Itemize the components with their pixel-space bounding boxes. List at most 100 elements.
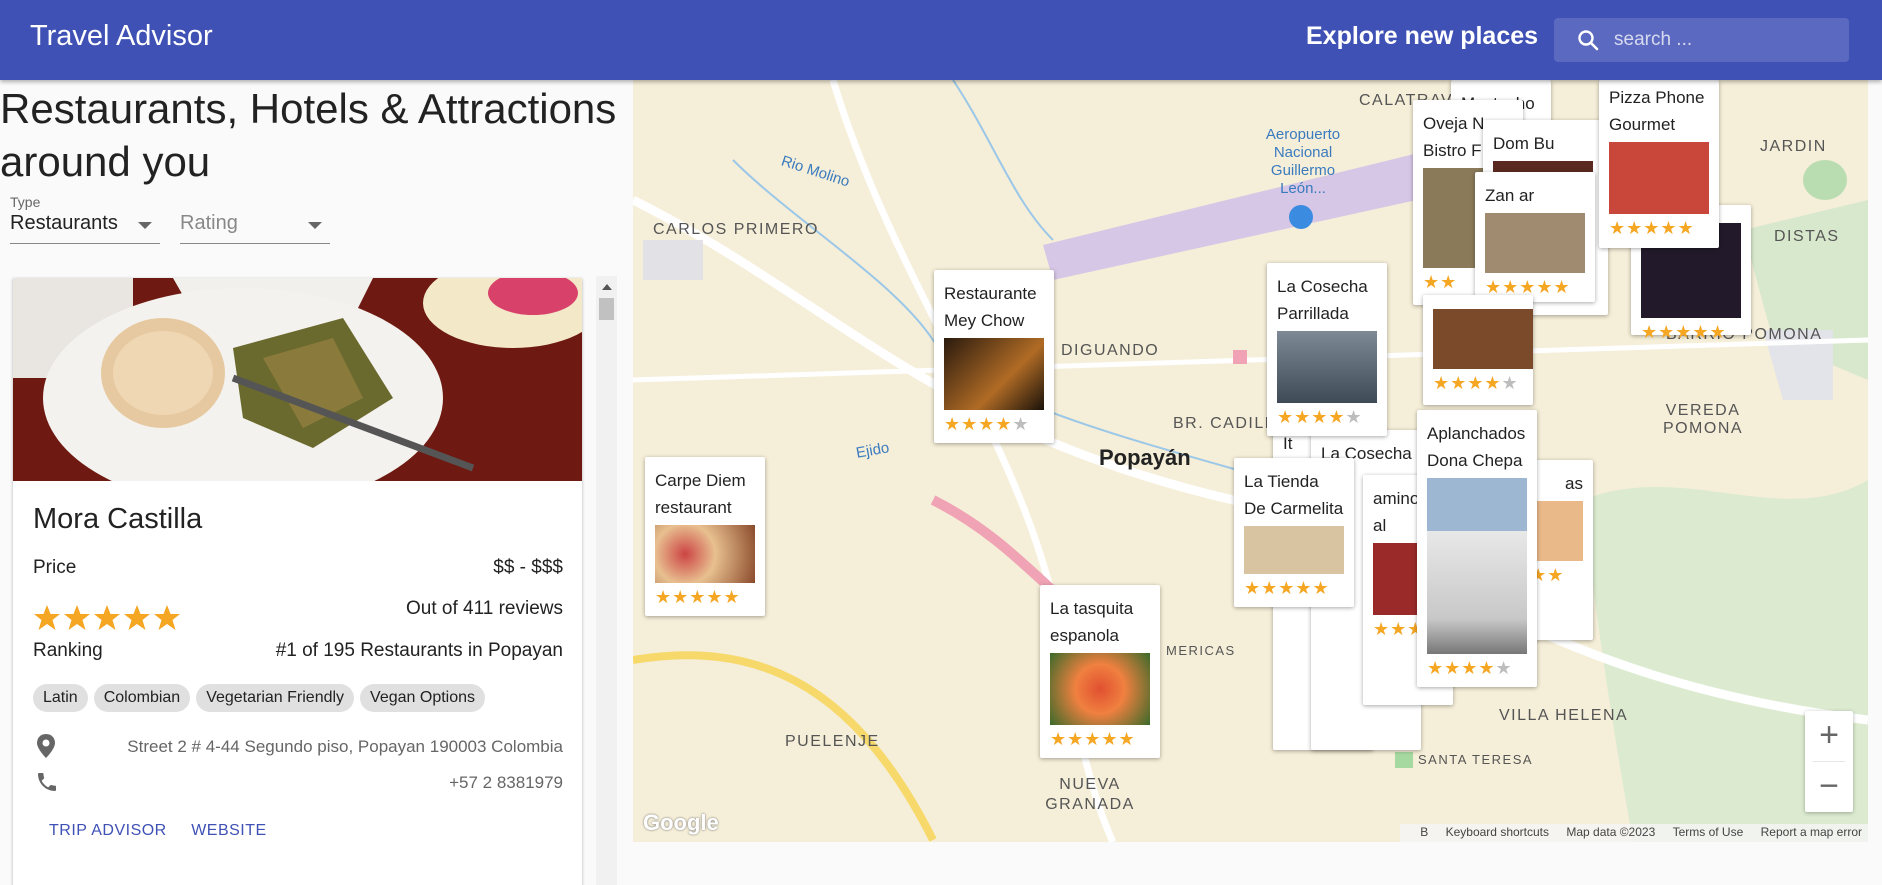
map-label-popayan: Popayán [1099, 445, 1191, 470]
type-filter[interactable]: Type Restaurants [10, 194, 160, 244]
map-footer: B Keyboard shortcuts Map data ©2023 Term… [1400, 824, 1868, 842]
type-select[interactable]: Restaurants [10, 212, 160, 244]
marker-title: Dom Bu [1493, 134, 1555, 153]
chip: Vegan Options [360, 684, 486, 712]
marker-photo [944, 338, 1044, 410]
marker-stars: ★★★★★ [1050, 729, 1136, 749]
marker-photo [1244, 526, 1344, 574]
marker-title: Restaurante Mey Chow [944, 284, 1037, 330]
marker-photo [1609, 142, 1709, 214]
phone-icon [38, 773, 56, 791]
marker-title: La Tienda De Carmelita [1244, 472, 1344, 518]
chip: Vegetarian Friendly [196, 684, 355, 712]
website-button[interactable]: WEBSITE [191, 822, 267, 840]
star-icon [94, 605, 120, 630]
list-panel: Restaurants, Hotels & Attractions around… [0, 80, 633, 885]
search-icon [1578, 30, 1599, 51]
trip-advisor-button[interactable]: TRIP ADVISOR [49, 822, 167, 840]
map-marker[interactable]: ★★★★★ [1423, 295, 1533, 405]
marker-stars: ★★★★★ [1244, 578, 1330, 598]
map[interactable]: CALATRAVA Aeropuerto Nacional Guillermo … [633, 80, 1868, 842]
marker-photo [1427, 478, 1527, 654]
search-box[interactable] [1554, 18, 1849, 62]
place-list[interactable]: Mora Castilla Price $$ - $$$ Out of 411 … [0, 276, 620, 885]
marker-title: Pizza Phone Gourmet [1609, 88, 1705, 134]
phone-text[interactable]: +57 2 8381979 [449, 773, 563, 793]
marker-title: Aplanchados Dona Chepa [1427, 424, 1526, 470]
marker-stars: ★★★★★ [1427, 658, 1513, 678]
map-marker[interactable]: La tasquita espanola ★★★★★ [1040, 585, 1160, 758]
address-text: Street 2 # 4-44 Segundo piso, Popayan 19… [127, 737, 563, 756]
marker-photo [1485, 213, 1585, 273]
rating-stars [33, 604, 185, 637]
marker-photo [1433, 309, 1533, 369]
search-input[interactable] [1614, 26, 1839, 54]
google-logo: Google [643, 810, 719, 835]
rating-select[interactable]: Rating [180, 212, 330, 244]
star-icon [64, 605, 90, 630]
price-row: Price $$ - $$$ [33, 557, 563, 579]
ranking-row: Ranking #1 of 195 Restaurants in Popayan [33, 640, 563, 662]
map-label-santa-teresa: SANTA TERESA [1418, 752, 1534, 767]
scroll-up-arrow-icon[interactable] [602, 284, 612, 290]
map-label-puelenje: PUELENJE [785, 733, 880, 750]
map-label-nueva-granada: NUEVA GRANADA [1045, 776, 1135, 813]
price-value: $$ - $$$ [493, 557, 563, 578]
map-marker[interactable]: Pizza Phone Gourmet ★★★★★ [1599, 80, 1719, 248]
type-select-value: Restaurants [10, 212, 118, 234]
star-icon [34, 605, 60, 630]
marker-title: Zan ar [1485, 186, 1535, 205]
map-marker[interactable]: Restaurante Mey Chow ★★★★★ [934, 270, 1054, 443]
zoom-out-button[interactable]: − [1805, 762, 1853, 812]
report-error-link[interactable]: Report a map error [1761, 825, 1862, 839]
cuisine-chips: Latin Colombian Vegetarian Friendly Vegan O… [33, 684, 491, 712]
ranking-value: #1 of 195 Restaurants in Popayan [275, 640, 563, 661]
marker-stars: ★★★★★ [1641, 322, 1727, 342]
rating-select-value: Rating [180, 212, 238, 234]
scroll-thumb[interactable] [599, 298, 614, 320]
star-icon [154, 605, 180, 630]
map-marker[interactable]: La Tienda De Carmelita ★★★★★ [1234, 458, 1354, 607]
list-scrollbar[interactable] [596, 276, 617, 885]
keyboard-shortcuts-link[interactable]: Keyboard shortcuts [1446, 825, 1549, 839]
app-bar: Travel Advisor Explore new places [0, 0, 1882, 80]
marker-title: La Cosecha Parrillada [1277, 277, 1368, 323]
map-label-diguando: DIGUANDO [1061, 342, 1160, 359]
location-pin-icon [37, 734, 55, 758]
card-actions: TRIP ADVISOR WEBSITE [49, 822, 287, 840]
map-marker[interactable]: La Cosecha Parrillada ★★★★★ [1267, 263, 1387, 436]
dropdown-arrow-icon [138, 222, 152, 229]
chip: Colombian [93, 684, 191, 712]
place-photo [13, 278, 582, 481]
price-label: Price [33, 557, 77, 578]
marker-photo [1050, 653, 1150, 725]
map-marker[interactable]: Zan ar ★★★★★ [1475, 172, 1595, 302]
reviews-count: Out of 411 reviews [405, 598, 563, 619]
map-label-vereda-pomona: VEREDA POMONA [1662, 402, 1744, 437]
map-label-jardin: JARDIN [1760, 138, 1827, 155]
star-icon [124, 605, 150, 630]
marker-stars: ★★★★★ [1609, 218, 1695, 238]
map-label-distas: DISTAS [1774, 228, 1840, 245]
ranking-label: Ranking [33, 640, 103, 661]
marker-title: Carpe Diem restaurant [655, 471, 746, 517]
marker-stars: ★★★★★ [944, 414, 1030, 434]
marker-stars: ★★★★★ [1277, 407, 1363, 427]
map-marker[interactable]: Aplanchados Dona Chepa ★★★★★ [1417, 410, 1537, 687]
type-filter-label: Type [10, 194, 41, 210]
page-title: Restaurants, Hotels & Attractions around… [0, 85, 617, 185]
terms-link[interactable]: Terms of Use [1673, 825, 1744, 839]
marker-photo [655, 525, 755, 583]
marker-stars: ★★★★★ [1433, 373, 1519, 393]
map-marker[interactable]: Carpe Diem restaurant ★★★★★ [645, 457, 765, 616]
marker-stars: ★★★★★ [655, 587, 741, 607]
marker-title: La tasquita espanola [1050, 599, 1134, 645]
map-data-text: Map data ©2023 [1566, 825, 1656, 839]
map-label-americas: MERICAS [1166, 643, 1236, 658]
zoom-in-button[interactable]: + [1805, 711, 1853, 761]
footer-b: B [1420, 825, 1429, 839]
explore-label: Explore new places [1306, 22, 1539, 50]
map-label-br-cadile: BR. CADILE [1173, 415, 1277, 432]
map-label-villa-helena: VILLA HELENA [1499, 707, 1629, 724]
rating-filter[interactable]: Rating [180, 194, 330, 244]
